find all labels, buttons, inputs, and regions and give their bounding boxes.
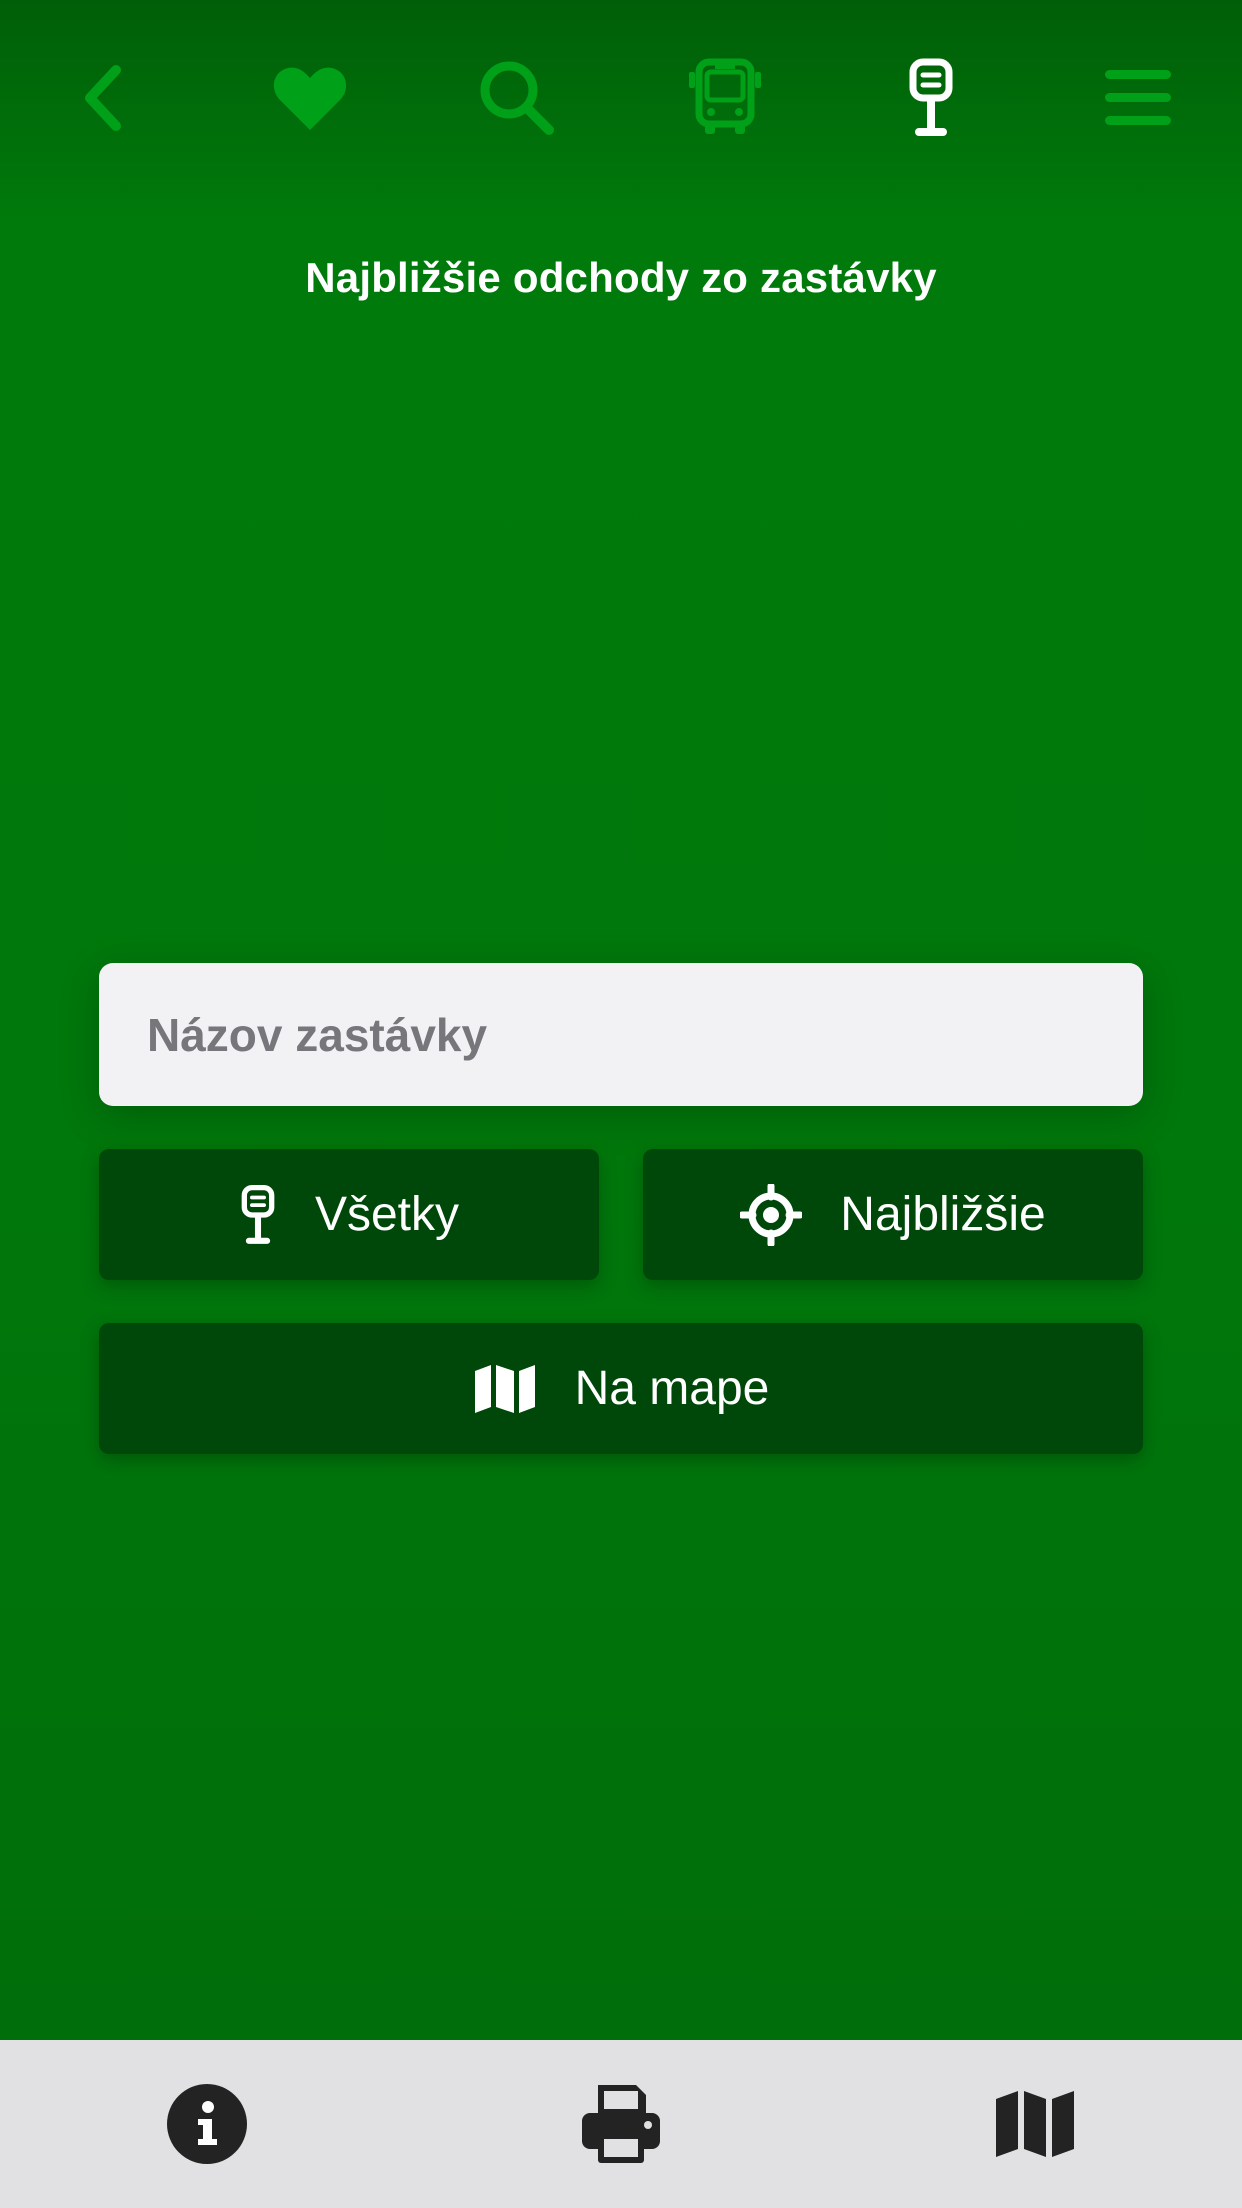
all-stops-button[interactable]: Všetky	[99, 1149, 599, 1280]
info-icon[interactable]	[157, 2074, 257, 2174]
bus-stop-icon[interactable]	[881, 48, 981, 148]
bottom-toolbar	[0, 2040, 1242, 2208]
bus-icon[interactable]	[675, 48, 775, 148]
heart-icon[interactable]	[260, 48, 360, 148]
page-title: Najbližšie odchody zo zastávky	[305, 254, 937, 301]
on-map-button[interactable]: Na mape	[99, 1323, 1143, 1454]
menu-icon[interactable]	[1088, 48, 1188, 148]
map-icon[interactable]	[985, 2074, 1085, 2174]
back-icon[interactable]	[54, 48, 154, 148]
map-icon	[473, 1363, 537, 1415]
search-icon[interactable]	[467, 48, 567, 148]
crosshairs-icon	[740, 1183, 803, 1246]
stop-name-input[interactable]	[147, 963, 1143, 1106]
printer-icon[interactable]	[571, 2074, 671, 2174]
nearest-stops-button[interactable]: Najbližšie	[643, 1149, 1143, 1280]
stop-name-search-box	[99, 963, 1143, 1106]
bus-stop-icon	[239, 1184, 277, 1246]
all-stops-label: Všetky	[314, 1188, 460, 1241]
top-navigation-bar	[0, 0, 1242, 190]
main-area: Najbližšie odchody zo zastávky Všetky	[0, 0, 1242, 2040]
nearest-stops-label: Najbližšie	[840, 1188, 1046, 1241]
on-map-label: Na mape	[574, 1362, 770, 1415]
